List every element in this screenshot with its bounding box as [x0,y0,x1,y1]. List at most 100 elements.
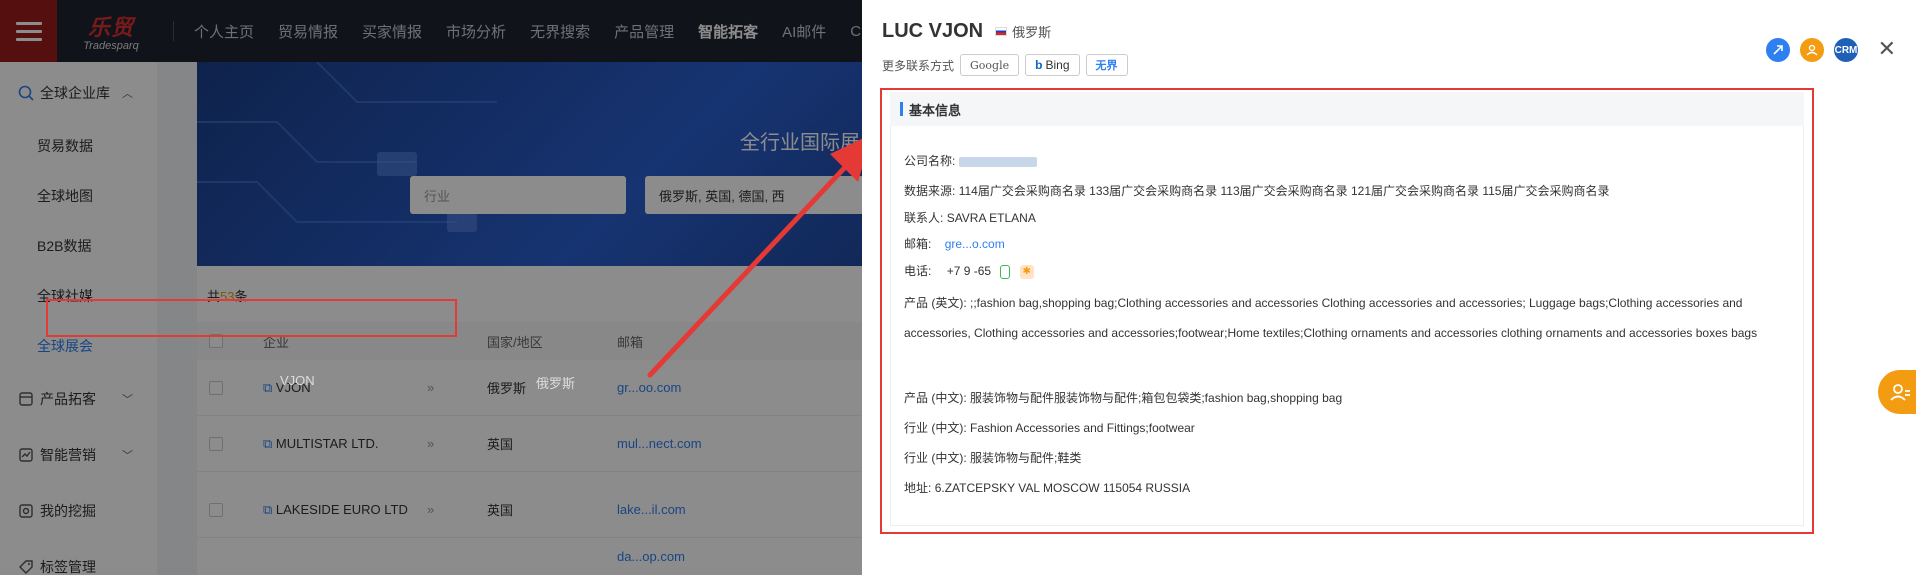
crm-button[interactable]: CRM [1834,38,1858,62]
nav-item-home[interactable]: 个人主页 [194,21,254,42]
box-icon [18,391,34,407]
nav-divider [173,21,174,41]
sidebar-group-product-prospecting[interactable]: 产品拓客 ﹀ [0,371,157,427]
product-cn-value: 服装饰物与配件服装饰物与配件;箱包包袋类;fashion bag,shoppin… [970,391,1343,405]
logo-mark: 乐贸 [87,15,134,41]
globe-search-icon [18,85,34,101]
nav-item-market-analysis[interactable]: 市场分析 [446,21,506,42]
tag-icon [18,559,34,575]
more-contacts-label: 更多联系方式 [882,58,955,73]
country-cell: 俄罗斯 [487,381,527,396]
sidebar-group-smart-marketing[interactable]: 智能营销 ﹀ [0,427,157,483]
email-cell[interactable]: mul...nect.com [617,436,702,451]
sidebar-group-label: 我的挖掘 [40,503,96,519]
email-cell[interactable]: da...op.com [617,549,685,564]
email-cell[interactable]: gr...oo.com [617,380,681,395]
support-agent-icon [1890,384,1910,401]
sidebar-group-global-companies[interactable]: 全球企业库 ︿ [0,65,157,121]
nav-item-buyer-intel[interactable]: 买家情报 [362,21,422,42]
copy-icon[interactable]: ⧉ [263,436,276,451]
sidebar-item-b2b-data[interactable]: B2B数据 [0,221,157,271]
company-name: MULTISTAR LTD. [275,435,379,451]
wujie-search-button[interactable]: 无界 [1085,54,1128,76]
contact-label: 联系人: [904,211,944,225]
drawer-title: LUC VJON 俄罗斯 [882,20,1051,43]
highlight-company-name: VJON [280,373,315,388]
bing-search-button[interactable]: b Bing [1025,54,1080,76]
company-country: 俄罗斯 [995,22,1051,41]
expand-icon[interactable]: » [427,380,434,395]
customer-service-button[interactable] [1878,370,1916,414]
logo-subtitle: Tradesparq [83,40,139,52]
country-cell: 英国 [487,503,514,518]
bing-icon: b [1035,58,1043,72]
email-cell[interactable]: lake...il.com [617,502,686,517]
copy-icon[interactable]: ⧉ [263,502,276,517]
company-cell[interactable]: ⧉ MULTISTAR LTD. [263,436,378,452]
google-label: Google [970,58,1010,72]
add-contact-icon[interactable] [1800,38,1824,62]
sidebar-item-global-map[interactable]: 全球地图 [0,171,157,221]
nav-item-product-mgmt[interactable]: 产品管理 [614,21,674,42]
nav-item-smart-prospecting[interactable]: 智能拓客 [698,21,758,42]
google-search-button[interactable]: Google [960,54,1020,76]
row-checkbox[interactable] [209,502,223,517]
product-cn-label: 产品 (中文): [904,391,967,405]
company-name: LAKESIDE EURO LTD [275,501,408,517]
nav-item-trade-intel[interactable]: 贸易情报 [278,21,338,42]
logo[interactable]: 乐贸 Tradesparq [57,0,165,62]
contact-value: SAVRA ETLANA [946,211,1036,225]
company-name-label: 公司名称: [904,154,956,168]
data-source-value: 114届广交会采购商名录 133届广交会采购商名录 113届广交会采购商名录 1… [958,184,1610,198]
company-cell[interactable]: ⧉ LAKESIDE EURO LTD [263,502,408,518]
contact-field: 联系人: SAVRA ETLANA [904,209,1036,226]
bing-label: Bing [1045,58,1070,72]
phone-field: 电话: +7 9 -65 ✱ [904,262,1034,279]
product-en-label: 产品 (英文): [904,296,967,310]
email-field: 邮箱: gre...o.com [904,235,1005,252]
expand-icon[interactable]: » [427,436,434,451]
menu-icon[interactable] [0,0,57,62]
company-name-field: 公司名称: [904,152,1037,169]
mobile-phone-icon[interactable] [1000,264,1011,279]
close-icon[interactable]: ✕ [1878,38,1896,60]
drawer-actions: CRM [1766,38,1858,62]
sparkle-icon[interactable]: ✱ [1019,264,1034,279]
wujie-label: 无界 [1095,60,1118,72]
industry-cn-field-2: 行业 (中文): 服装饰物与配件;鞋类 [904,449,1081,466]
russia-flag-icon [995,27,1008,36]
sidebar-item-trade-data[interactable]: 贸易数据 [0,121,157,171]
redacted-company-name [958,156,1037,167]
company-title: LUC VJON [882,20,984,42]
country-cell: 英国 [487,437,514,452]
nav-item-boundless-search[interactable]: 无界搜索 [530,21,590,42]
row-checkbox[interactable] [209,380,223,395]
industry-cn-field: 行业 (中文): Fashion Accessories and Fitting… [904,419,1195,436]
annotation-highlight-row [46,299,457,337]
sidebar-group-tag-management[interactable]: 标签管理 [0,539,157,575]
data-source-label: 数据来源: [904,184,956,198]
nav-item-ai-mail[interactable]: AI邮件 [782,21,826,42]
company-detail-drawer: LUC VJON 俄罗斯 更多联系方式 Google b Bing 无界 CRM … [862,0,1916,575]
product-en-value: ;;fashion bag,shopping bag;Clothing acce… [904,296,1758,340]
expand-icon[interactable]: » [427,502,434,517]
chevron-down-icon: ﹀ [122,394,133,406]
row-checkbox[interactable] [209,436,223,451]
industry-value: 服装饰物与配件;鞋类 [970,451,1082,465]
email-link[interactable]: gre...o.com [945,237,1005,251]
sidebar-group-label: 全球企业库 [40,85,110,101]
sidebar-group-label: 标签管理 [40,559,96,575]
share-icon[interactable] [1766,38,1790,62]
marketing-icon [18,447,34,463]
data-source-field: 数据来源: 114届广交会采购商名录 133届广交会采购商名录 113届广交会采… [904,182,1609,199]
chevron-down-icon: ﹀ [122,450,133,462]
product-cn-field: 产品 (中文): 服装饰物与配件服装饰物与配件;箱包包袋类;fashion ba… [904,389,1342,406]
dig-icon [18,503,34,519]
copy-icon[interactable]: ⧉ [263,380,276,395]
sidebar-group-my-mining[interactable]: 我的挖掘 [0,483,157,539]
industry-input[interactable]: 行业 [410,176,626,214]
address-label: 地址: [904,481,932,495]
phone-value: +7 9 -65 [946,264,992,278]
industry-value: Fashion Accessories and Fittings;footwea… [970,421,1195,435]
industry-label: 行业 (中文): [904,421,967,435]
